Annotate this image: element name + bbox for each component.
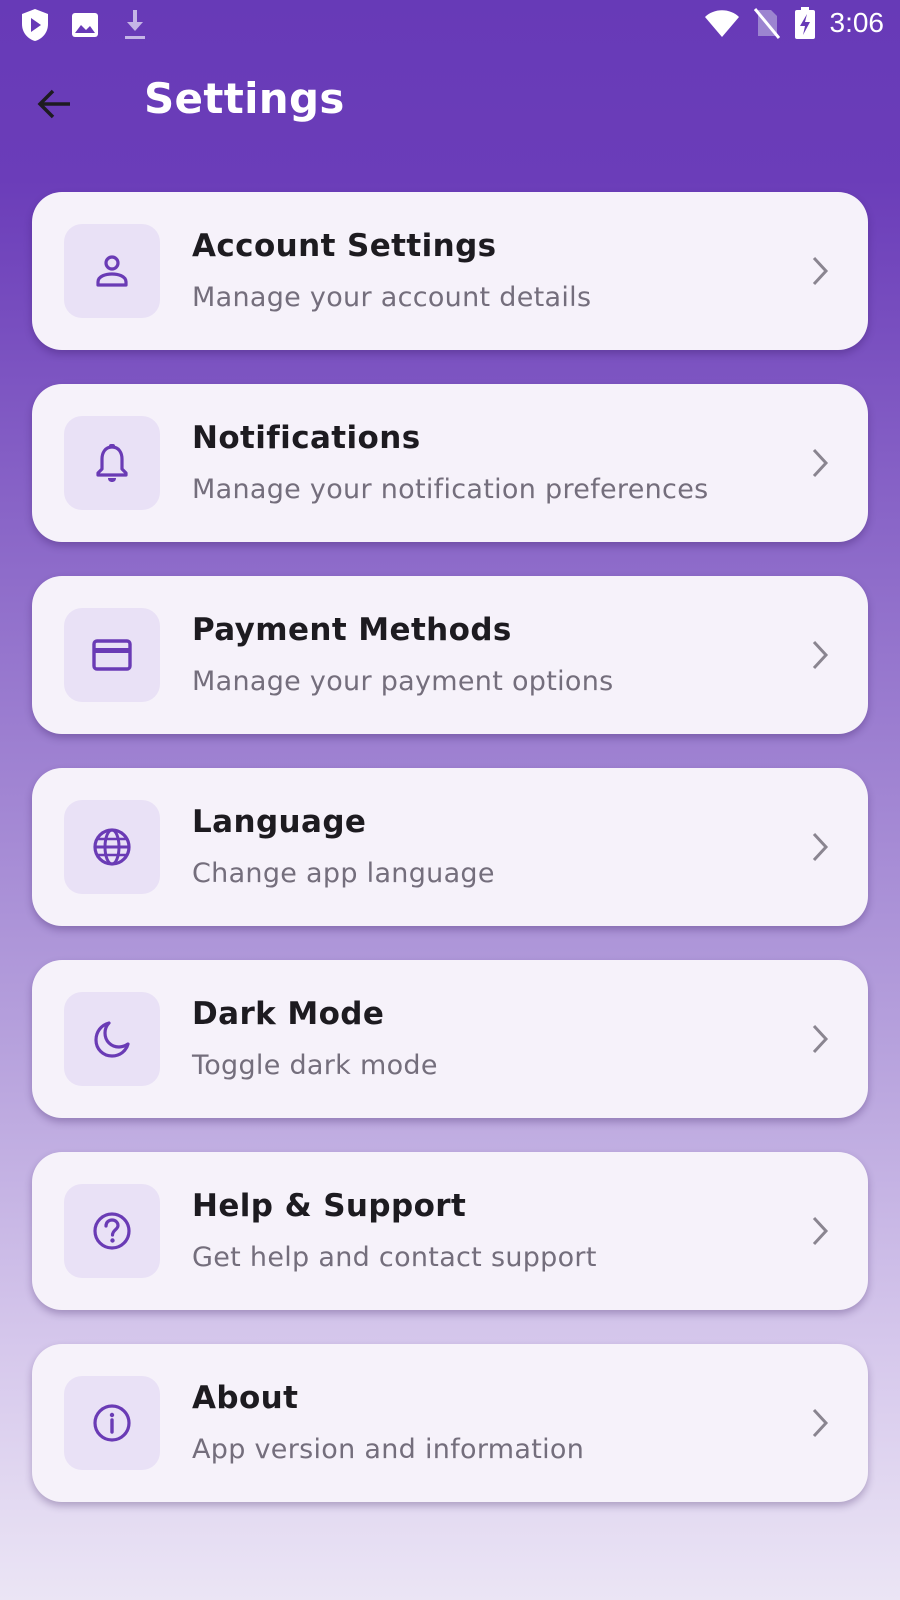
arrow-back-icon — [37, 88, 73, 120]
settings-item-help-support[interactable]: Help & Support Get help and contact supp… — [32, 1152, 868, 1310]
moon-icon — [91, 1018, 133, 1060]
chevron-right-icon — [806, 1214, 834, 1248]
app-bar: Settings — [0, 52, 900, 156]
icon-container — [64, 800, 160, 894]
page-title: Settings — [144, 74, 345, 123]
settings-item-dark-mode[interactable]: Dark Mode Toggle dark mode — [32, 960, 868, 1118]
image-icon — [70, 10, 100, 40]
icon-container — [64, 416, 160, 510]
settings-item-language[interactable]: Language Change app language — [32, 768, 868, 926]
chevron-right-icon — [806, 254, 834, 288]
icon-container — [64, 992, 160, 1086]
settings-item-about[interactable]: About App version and information — [32, 1344, 868, 1502]
settings-item-subtitle: Manage your payment options — [192, 666, 614, 697]
info-icon — [91, 1402, 133, 1444]
icon-container — [64, 608, 160, 702]
battery-charging-icon — [794, 6, 816, 40]
status-bar-left — [20, 8, 150, 42]
play-protect-icon — [20, 8, 50, 42]
settings-item-title: Account Settings — [192, 228, 497, 264]
icon-container — [64, 224, 160, 318]
settings-item-subtitle: Manage your account details — [192, 282, 592, 313]
settings-item-title: Dark Mode — [192, 996, 385, 1032]
settings-item-subtitle: App version and information — [192, 1434, 585, 1465]
settings-item-title: Language — [192, 804, 367, 840]
settings-item-title: About — [192, 1380, 299, 1416]
chevron-right-icon — [806, 638, 834, 672]
settings-item-payment-methods[interactable]: Payment Methods Manage your payment opti… — [32, 576, 868, 734]
no-sim-icon — [753, 7, 780, 39]
chevron-right-icon — [806, 1406, 834, 1440]
settings-item-subtitle: Get help and contact support — [192, 1242, 597, 1273]
icon-container — [64, 1184, 160, 1278]
credit-card-icon — [91, 637, 133, 673]
settings-item-title: Notifications — [192, 420, 421, 456]
settings-item-account[interactable]: Account Settings Manage your account det… — [32, 192, 868, 350]
globe-icon — [91, 826, 133, 868]
status-bar-right: 3:06 — [704, 6, 885, 40]
chevron-right-icon — [806, 830, 834, 864]
status-bar: 3:06 — [0, 0, 900, 50]
status-time: 3:06 — [829, 7, 885, 38]
settings-item-subtitle: Change app language — [192, 858, 495, 889]
wifi-icon — [704, 8, 740, 38]
download-icon — [120, 8, 150, 42]
settings-item-subtitle: Toggle dark mode — [192, 1050, 438, 1081]
settings-item-title: Payment Methods — [192, 612, 512, 648]
settings-item-title: Help & Support — [192, 1188, 467, 1224]
back-button[interactable] — [28, 80, 82, 128]
chevron-right-icon — [806, 446, 834, 480]
settings-item-notifications[interactable]: Notifications Manage your notification p… — [32, 384, 868, 542]
person-icon — [92, 251, 132, 291]
help-circle-icon — [91, 1210, 133, 1252]
bell-icon — [92, 442, 132, 484]
icon-container — [64, 1376, 160, 1470]
chevron-right-icon — [806, 1022, 834, 1056]
settings-item-subtitle: Manage your notification preferences — [192, 474, 709, 505]
